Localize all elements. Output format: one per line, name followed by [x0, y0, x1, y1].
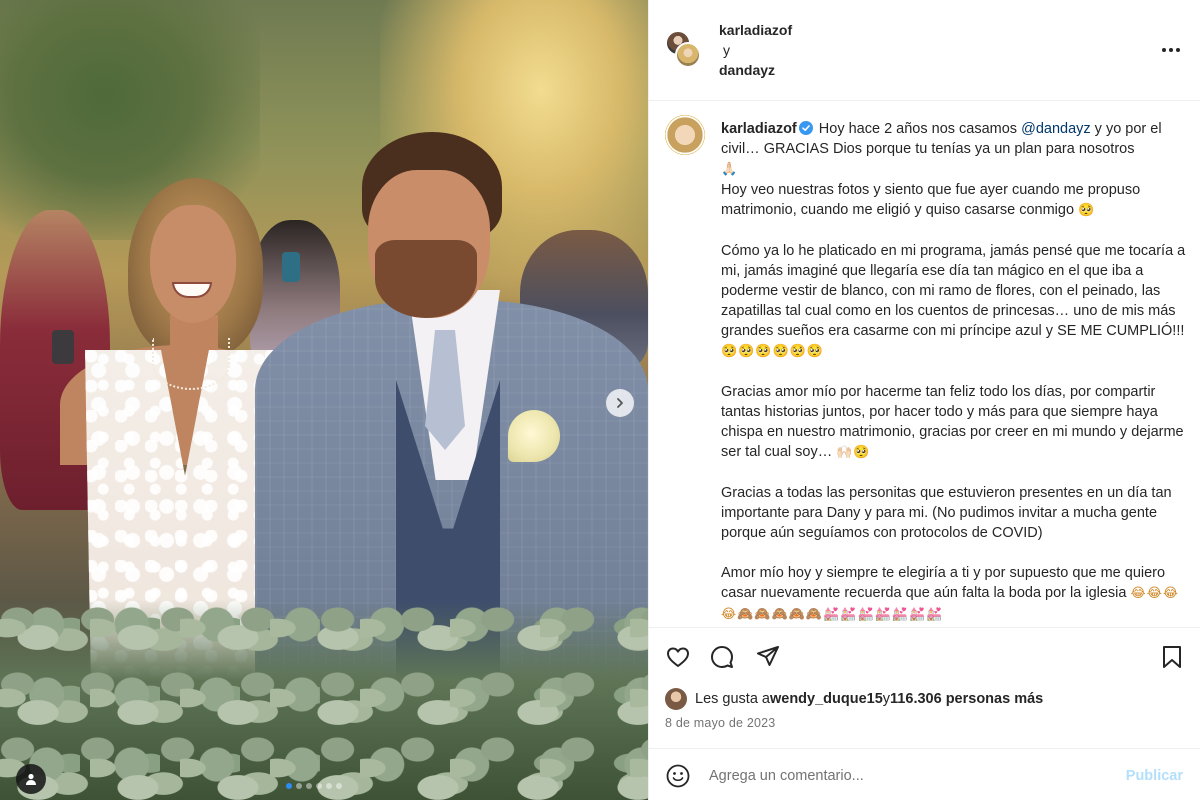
comment-icon: [711, 646, 733, 668]
eucalyptus-greenery: [0, 600, 648, 800]
emoji-text: 🥺: [1078, 203, 1096, 218]
user-tag-icon: [26, 773, 36, 785]
carousel-indicator: [286, 783, 342, 789]
more-horizontal-icon: [1162, 48, 1180, 52]
carousel-dot: [336, 783, 342, 789]
share-button[interactable]: [755, 644, 781, 670]
caption-text: karladiazof Hoy hace 2 años nos casamos …: [721, 119, 1191, 627]
carousel-dot: [326, 783, 332, 789]
caption-section: karladiazof Hoy hace 2 años nos casamos …: [649, 101, 1200, 627]
emoji-picker-button[interactable]: [665, 763, 691, 789]
carousel-dot: [316, 783, 322, 789]
caption-paragraph: karladiazof Hoy hace 2 años nos casamos …: [721, 119, 1191, 221]
comment-button[interactable]: [709, 644, 735, 670]
bookmark-icon: [1163, 646, 1181, 668]
likes-count-link[interactable]: 116.306 personas más: [890, 691, 1043, 707]
collab-conjunction: y: [723, 42, 730, 58]
carousel-dot: [306, 783, 312, 789]
chevron-right-icon: [617, 398, 623, 408]
avatar[interactable]: [665, 115, 705, 155]
publish-button[interactable]: Publicar: [1126, 768, 1183, 784]
avatar[interactable]: [665, 688, 687, 710]
avatar[interactable]: [675, 42, 701, 68]
caption-paragraph: Gracias a todas las personitas que estuv…: [721, 483, 1191, 543]
emoji-icon: [666, 764, 690, 788]
caption-line: Gracias amor mío por hacerme tan feliz t…: [721, 384, 1184, 460]
save-button[interactable]: [1159, 644, 1185, 670]
collab-avatars[interactable]: [665, 30, 701, 70]
carousel-dot: [296, 783, 302, 789]
comment-box: Publicar: [649, 748, 1200, 800]
more-options-button[interactable]: [1159, 40, 1183, 60]
caption-line: Amor mío hoy y siempre te elegiría a ti …: [721, 565, 1166, 601]
post-date[interactable]: 8 de mayo de 2023: [665, 716, 775, 730]
bride-face: [150, 205, 236, 323]
action-bar: [649, 627, 1200, 685]
boutonniere-flower: [508, 410, 560, 462]
post-header: karladiazof y dandayz: [649, 0, 1200, 101]
emoji-text: 🙌🏻🥺: [836, 445, 871, 460]
guest-phone: [52, 330, 74, 364]
emoji-text: 🥺🥺🥺🥺🥺🥺: [721, 344, 825, 359]
carousel-next-button[interactable]: [606, 389, 634, 417]
username-link[interactable]: dandayz: [719, 60, 792, 80]
guest-phone: [282, 252, 300, 282]
groom-beard: [375, 240, 477, 318]
heart-icon: [667, 647, 689, 667]
caption-paragraph: Gracias amor mío por hacerme tan feliz t…: [721, 382, 1191, 463]
username-link[interactable]: karladiazof: [719, 20, 792, 40]
likes-middle: y: [882, 691, 891, 707]
send-icon: [757, 646, 779, 666]
mention-link[interactable]: @dandayz: [1021, 121, 1091, 137]
username-link[interactable]: wendy_duque15: [770, 691, 883, 707]
caption-line: Cómo ya lo he platicado en mi programa, …: [721, 243, 1186, 339]
likes-prefix: Les gusta a: [695, 691, 770, 707]
tagged-users-button[interactable]: [16, 764, 46, 794]
likes-summary: Les gusta a wendy_duque15 y 116.306 pers…: [665, 688, 1043, 710]
collab-usernames: karladiazof y dandayz: [719, 20, 792, 80]
post-side-panel: karladiazof y dandayz karladiazof Hoy ha…: [648, 0, 1200, 800]
caption-paragraph: Cómo ya lo he platicado en mi programa, …: [721, 241, 1191, 362]
carousel-dot: [286, 783, 292, 789]
comment-input[interactable]: [709, 763, 1109, 789]
caption-line: Hoy hace 2 años nos casamos: [818, 121, 1022, 137]
username-link[interactable]: karladiazof: [721, 121, 797, 137]
like-button[interactable]: [665, 644, 691, 670]
caption-paragraph: Amor mío hoy y siempre te elegiría a ti …: [721, 563, 1191, 625]
emoji-text: 🙏🏻: [721, 162, 739, 177]
caption-line: Gracias a todas las personitas que estuv…: [721, 485, 1172, 541]
bride-necklace: [152, 338, 230, 390]
post-image[interactable]: [0, 0, 648, 800]
verified-badge-icon: [798, 121, 813, 135]
